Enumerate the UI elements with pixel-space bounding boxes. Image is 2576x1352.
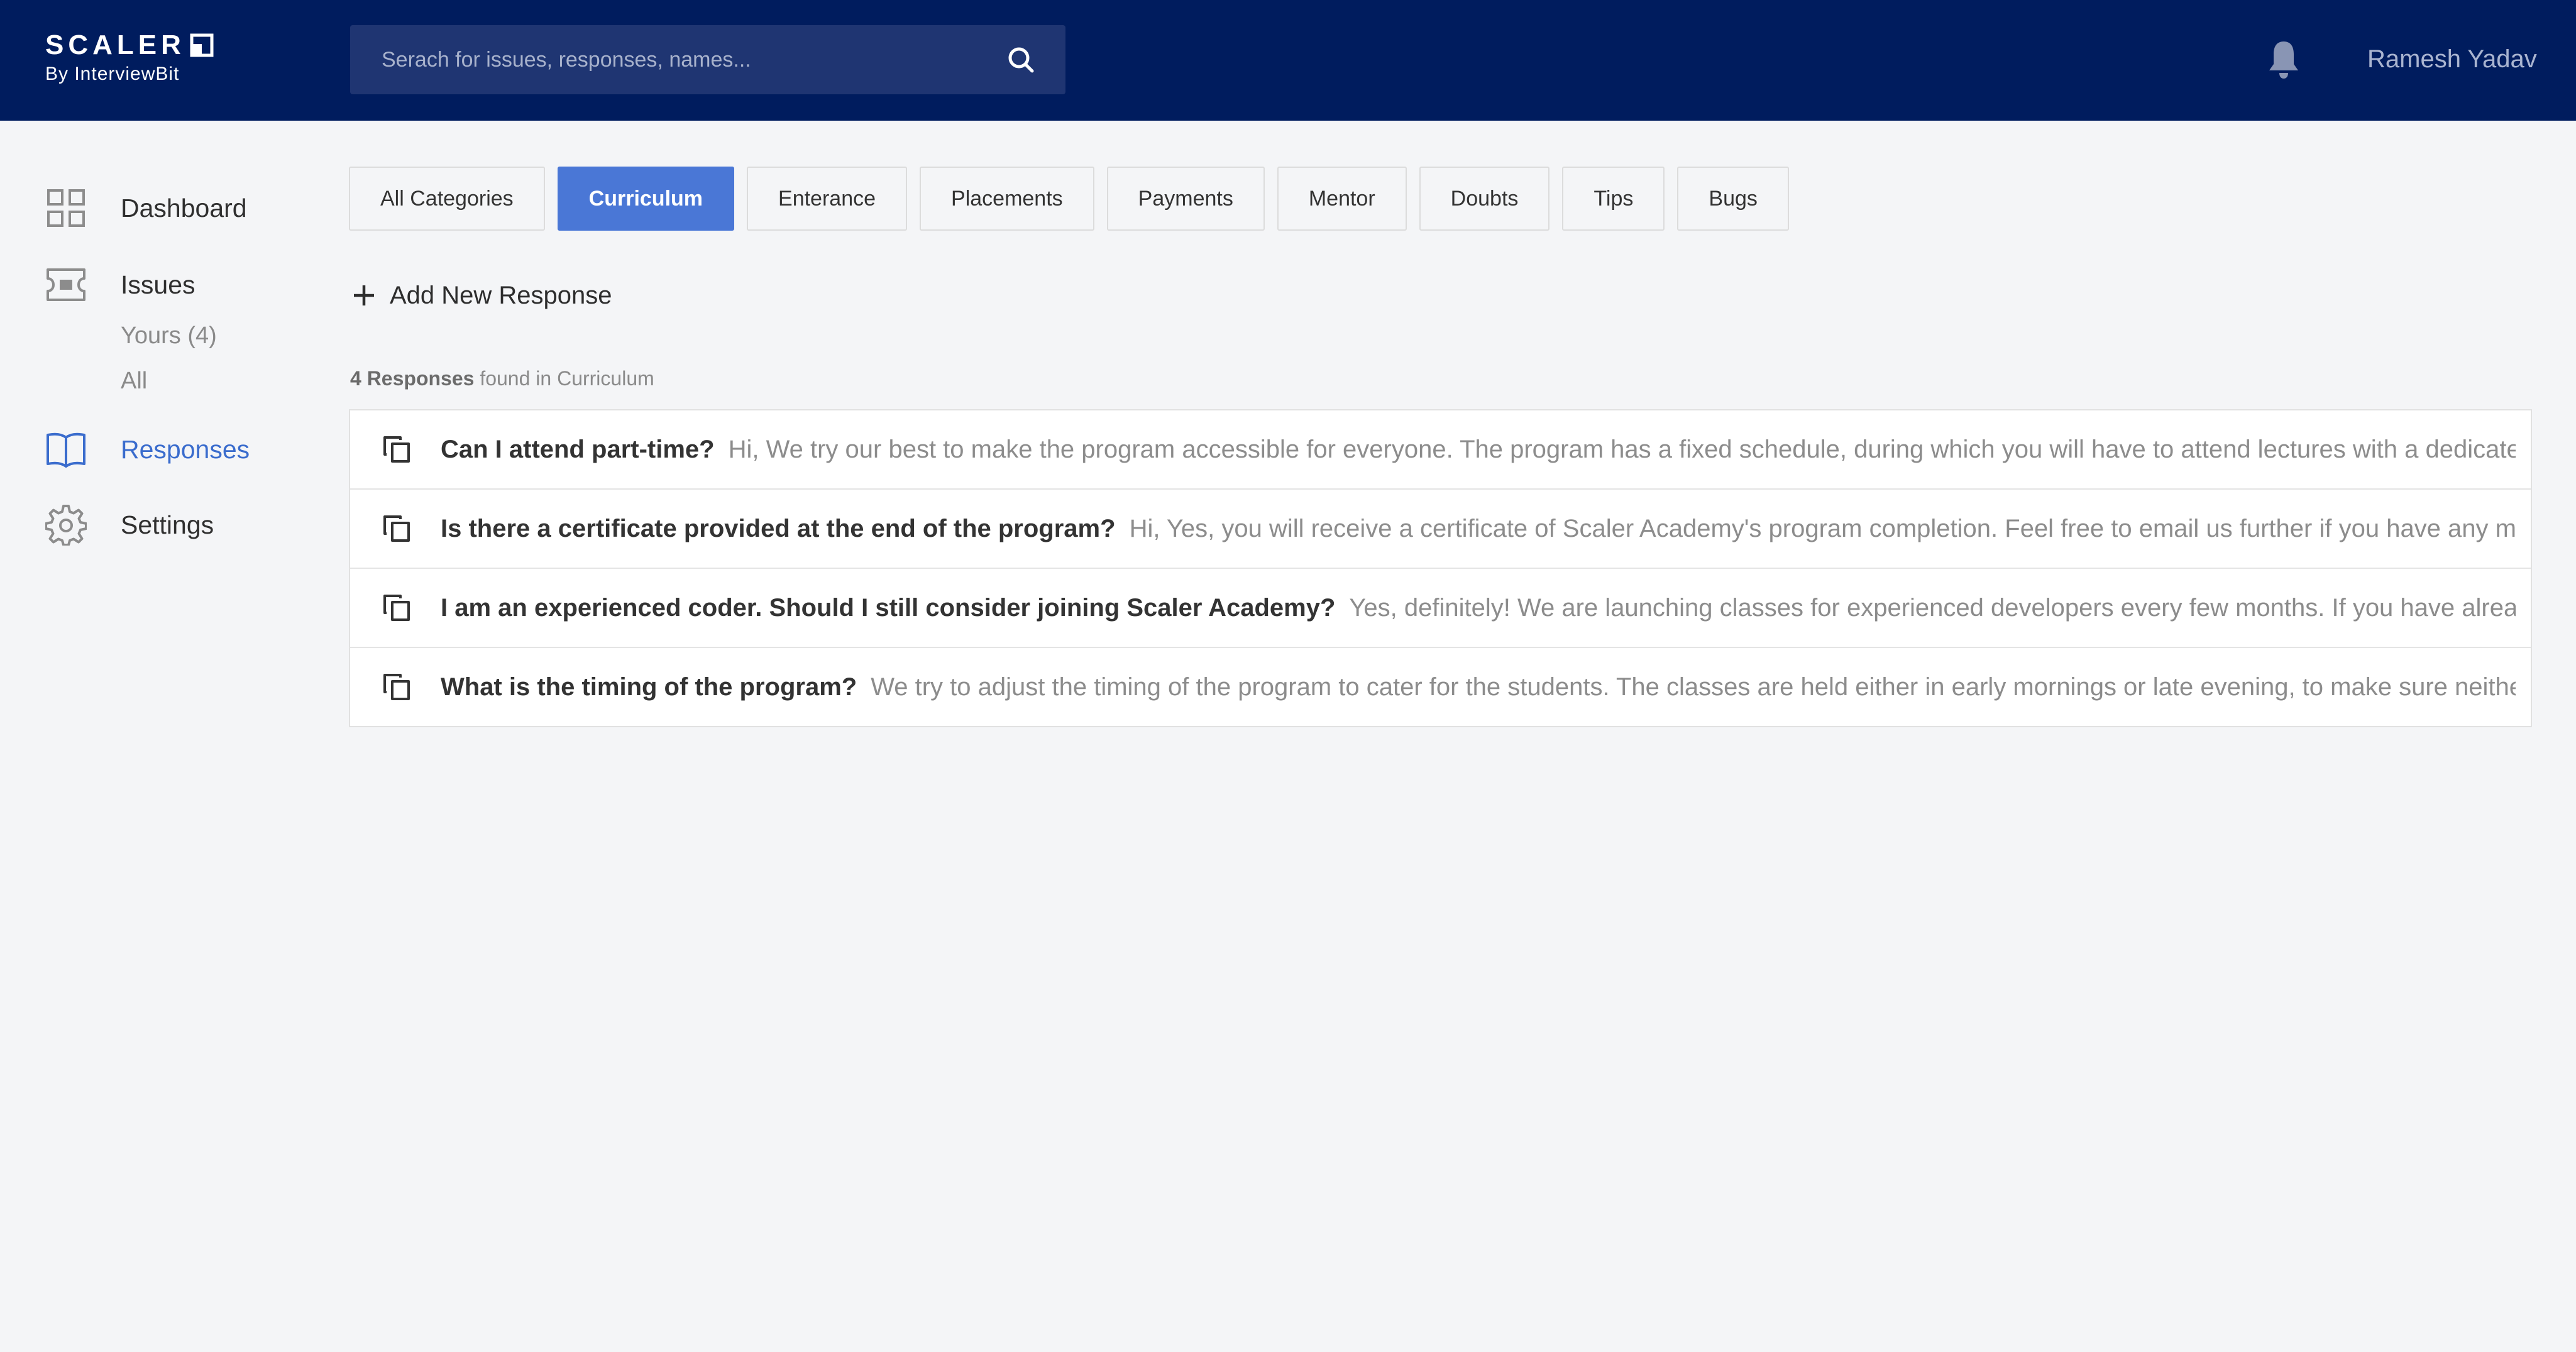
response-body: We try to adjust the timing of the progr… [871,673,2516,701]
logo-wordmark: SCALER [45,30,185,60]
add-new-response-button[interactable]: Add New Response [352,279,612,312]
responses-list: Can I attend part-time? Hi, We try our b… [349,409,2532,727]
ticket-icon [45,264,87,305]
list-item[interactable]: I am an experienced coder. Should I stil… [350,569,2531,648]
top-bar: SCALER By InterviewBit Ramesh Yadav [0,0,2576,121]
grid-icon [45,187,87,229]
tab-bugs[interactable]: Bugs [1677,167,1789,231]
sidebar-item-settings[interactable]: Settings [45,504,214,546]
response-title: What is the timing of the program? [441,673,857,701]
tab-payments[interactable]: Payments [1106,167,1265,231]
sidebar-item-label: Dashboard [121,194,247,223]
sidebar-subitem-yours[interactable]: Yours (4) [121,321,217,351]
search-icon[interactable] [1005,44,1037,75]
sidebar-item-dashboard[interactable]: Dashboard [45,187,247,229]
response-body: Yes, definitely! We are launching classe… [1349,593,2516,622]
logo-mark-icon [190,33,214,57]
list-item[interactable]: What is the timing of the program? We tr… [350,648,2531,726]
copy-icon[interactable] [382,672,412,702]
tab-tips[interactable]: Tips [1562,167,1665,231]
copy-icon[interactable] [382,514,412,544]
add-new-response-label: Add New Response [390,282,612,309]
sidebar-item-label: Settings [121,510,214,539]
sidebar-subitem-all[interactable]: All [121,366,147,396]
plus-icon [354,285,374,305]
logo[interactable]: SCALER By InterviewBit [45,29,214,85]
logo-tagline: By InterviewBit [45,63,180,84]
results-count-suffix: found in Curriculum [480,367,654,390]
response-title: Is there a certificate provided at the e… [441,514,1116,542]
tab-enterance[interactable]: Enterance [747,167,908,231]
tab-all-categories[interactable]: All Categories [349,167,545,231]
category-tabs: All Categories Curriculum Enterance Plac… [349,167,1789,231]
sidebar-item-label: Issues [121,270,195,299]
tab-curriculum[interactable]: Curriculum [557,167,735,231]
tab-doubts[interactable]: Doubts [1419,167,1550,231]
sidebar-item-label: Responses [121,435,250,464]
response-title: I am an experienced coder. Should I stil… [441,593,1336,622]
copy-icon[interactable] [382,593,412,623]
tab-mentor[interactable]: Mentor [1277,167,1407,231]
sidebar-item-responses[interactable]: Responses [45,429,250,470]
results-count: 4 Responses found in Curriculum [350,365,654,392]
notification-bell-icon[interactable] [2266,39,2301,80]
user-name[interactable]: Ramesh Yadav [2367,41,2537,77]
gear-icon [45,504,87,546]
list-item[interactable]: Is there a certificate provided at the e… [350,490,2531,569]
search-input[interactable] [380,47,1005,73]
tab-placements[interactable]: Placements [920,167,1094,231]
results-count-number: 4 Responses [350,367,475,390]
response-body: Hi, Yes, you will receive a certificate … [1129,514,2516,542]
list-item[interactable]: Can I attend part-time? Hi, We try our b… [350,410,2531,490]
search-bar[interactable] [350,25,1065,94]
copy-icon[interactable] [382,434,412,464]
response-title: Can I attend part-time? [441,435,715,463]
book-icon [45,429,87,470]
response-body: Hi, We try our best to make the program … [728,435,2516,463]
sidebar-item-issues[interactable]: Issues [45,264,195,305]
